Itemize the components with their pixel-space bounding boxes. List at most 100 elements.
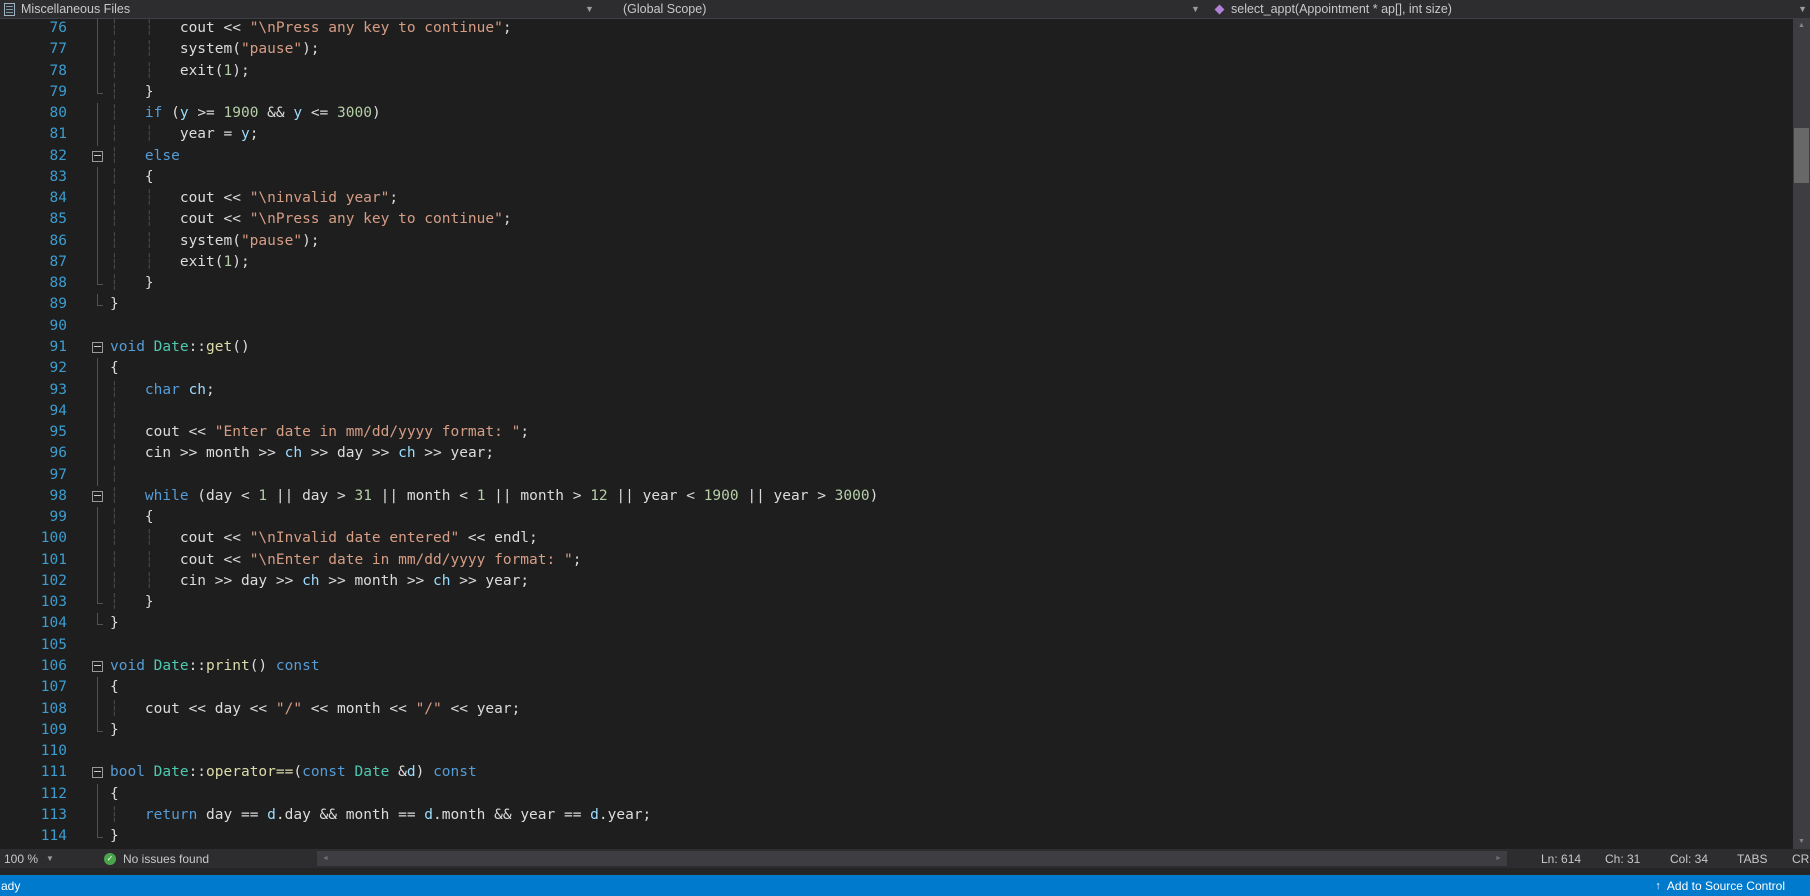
scroll-up-icon[interactable]: ▲ xyxy=(1793,18,1810,33)
vertical-scrollbar[interactable]: ▲ ▼ xyxy=(1793,18,1810,849)
code-line[interactable]: 91 void Date::get() xyxy=(0,337,1793,358)
code-line[interactable]: 78 ┆ ┆ exit(1); xyxy=(0,60,1793,82)
code-line[interactable]: 77 ┆ ┆ system("pause"); xyxy=(0,39,1793,61)
code-line[interactable]: 99 ┆ { xyxy=(0,507,1793,529)
code-line[interactable]: 100 ┆ ┆ cout << "\nInvalid date entered" … xyxy=(0,528,1793,550)
scroll-right-icon[interactable]: ► xyxy=(1490,851,1507,866)
code-line[interactable]: 84 ┆ ┆ cout << "\ninvalid year"; xyxy=(0,188,1793,210)
member-dropdown-chevron-icon[interactable]: ▼ xyxy=(1798,0,1807,18)
code-line[interactable]: 110 xyxy=(0,741,1793,762)
fold-toggle[interactable] xyxy=(84,337,110,358)
code-line[interactable]: 95 ┆ cout << "Enter date in mm/dd/yyyy fo… xyxy=(0,422,1793,444)
line-number[interactable]: 111 xyxy=(0,762,84,783)
code-line[interactable]: 81 ┆ ┆ year = y; xyxy=(0,124,1793,146)
code-line[interactable]: 111 bool Date::operator==(const Date &d) … xyxy=(0,762,1793,783)
line-number[interactable]: 92 xyxy=(0,358,84,379)
line-number[interactable]: 84 xyxy=(0,188,84,209)
code-line[interactable]: 102 ┆ ┆ cin >> day >> ch >> month >> ch >… xyxy=(0,570,1793,593)
code-line[interactable]: 103 ┆ } xyxy=(0,592,1793,613)
code-line[interactable]: 83 ┆ { xyxy=(0,166,1793,189)
code-line[interactable]: 93 ┆ char ch; xyxy=(0,379,1793,401)
fold-toggle[interactable] xyxy=(84,656,110,677)
line-number[interactable]: 112 xyxy=(0,784,84,805)
vertical-scrollbar-thumb[interactable] xyxy=(1794,128,1809,183)
line-number[interactable]: 95 xyxy=(0,422,84,443)
line-number[interactable]: 96 xyxy=(0,443,84,464)
line-number[interactable]: 94 xyxy=(0,401,84,422)
line-number[interactable]: 102 xyxy=(0,571,84,592)
fold-toggle[interactable] xyxy=(84,762,110,783)
scroll-down-icon[interactable]: ▼ xyxy=(1793,834,1810,849)
project-dropdown[interactable]: Miscellaneous Files xyxy=(0,0,621,18)
line-number[interactable]: 80 xyxy=(0,103,84,124)
code-line[interactable]: 114} xyxy=(0,826,1793,847)
code-line[interactable]: 79 ┆ } xyxy=(0,81,1793,103)
line-number[interactable]: 79 xyxy=(0,82,84,103)
line-number[interactable]: 97 xyxy=(0,465,84,486)
code-line[interactable]: 82 ┆ else xyxy=(0,146,1793,167)
code-line[interactable]: 88 ┆ } xyxy=(0,273,1793,294)
line-number[interactable]: 100 xyxy=(0,528,84,549)
code-line[interactable]: 109} xyxy=(0,719,1793,741)
line-number[interactable]: 87 xyxy=(0,252,84,273)
line-number[interactable]: 104 xyxy=(0,613,84,634)
code-line[interactable]: 97 ┆ xyxy=(0,464,1793,486)
line-number[interactable]: 88 xyxy=(0,273,84,294)
code-line[interactable]: 89} xyxy=(0,294,1793,315)
line-number[interactable]: 107 xyxy=(0,677,84,698)
code-line[interactable]: 87 ┆ ┆ exit(1); xyxy=(0,251,1793,274)
code-line[interactable]: 112 { xyxy=(0,783,1793,805)
line-number[interactable]: 113 xyxy=(0,805,84,826)
zoom-control[interactable]: 100 % ▼ xyxy=(4,849,54,868)
line-number[interactable]: 91 xyxy=(0,337,84,358)
code-line[interactable]: 101 ┆ ┆ cout << "\nEnter date in mm/dd/yy… xyxy=(0,549,1793,571)
line-number[interactable]: 98 xyxy=(0,486,84,507)
line-number[interactable]: 89 xyxy=(0,294,84,315)
code-line[interactable]: 85 ┆ ┆ cout << "\nPress any key to contin… xyxy=(0,209,1793,231)
code-line[interactable]: 107 { xyxy=(0,677,1793,699)
line-number[interactable]: 101 xyxy=(0,550,84,571)
code-line[interactable]: 105 xyxy=(0,635,1793,656)
line-number[interactable]: 85 xyxy=(0,209,84,230)
code-line[interactable]: 92 { xyxy=(0,358,1793,380)
line-number[interactable]: 86 xyxy=(0,231,84,252)
code-line[interactable]: 94 ┆ xyxy=(0,400,1793,423)
code-line[interactable]: 76 ┆ ┆ cout << "\nPress any key to contin… xyxy=(0,18,1793,40)
project-dropdown-chevron-icon[interactable]: ▼ xyxy=(585,0,594,18)
document-health-indicator[interactable]: ✓ No issues found xyxy=(104,849,209,868)
line-number[interactable]: 77 xyxy=(0,39,84,60)
line-number[interactable]: 105 xyxy=(0,635,84,656)
member-dropdown[interactable]: select_appt(Appointment * ap[], int size… xyxy=(1208,0,1810,18)
line-number[interactable]: 81 xyxy=(0,124,84,145)
fold-toggle[interactable] xyxy=(84,146,110,167)
line-number[interactable]: 106 xyxy=(0,656,84,677)
scope-dropdown[interactable]: (Global Scope) xyxy=(617,0,1214,18)
code-line[interactable]: 96 ┆ cin >> month >> ch >> day >> ch >> y… xyxy=(0,443,1793,465)
code-line[interactable]: 80 ┆ if (y >= 1900 && y <= 3000) xyxy=(0,103,1793,125)
horizontal-scrollbar[interactable]: ◄ ► xyxy=(317,851,1507,866)
line-number[interactable]: 99 xyxy=(0,507,84,528)
line-number[interactable]: 108 xyxy=(0,699,84,720)
line-number[interactable]: 114 xyxy=(0,826,84,847)
code-line[interactable]: 113 ┆ return day == d.day && month == d.m… xyxy=(0,804,1793,827)
line-number[interactable]: 83 xyxy=(0,167,84,188)
code-line[interactable]: 90 xyxy=(0,316,1793,337)
code-line[interactable]: 86 ┆ ┆ system("pause"); xyxy=(0,230,1793,252)
line-number[interactable]: 90 xyxy=(0,316,84,337)
add-to-source-control-button[interactable]: ↑ Add to Source Control xyxy=(1655,875,1785,896)
line-number[interactable]: 93 xyxy=(0,380,84,401)
line-number[interactable]: 78 xyxy=(0,61,84,82)
line-number[interactable]: 110 xyxy=(0,741,84,762)
line-number[interactable]: 109 xyxy=(0,720,84,741)
code-line[interactable]: 104} xyxy=(0,613,1793,634)
line-number[interactable]: 103 xyxy=(0,592,84,613)
scroll-left-icon[interactable]: ◄ xyxy=(317,851,334,866)
fold-toggle[interactable] xyxy=(84,486,110,507)
scope-dropdown-chevron-icon[interactable]: ▼ xyxy=(1191,0,1200,18)
line-number[interactable]: 82 xyxy=(0,146,84,167)
line-number[interactable]: 76 xyxy=(0,18,84,39)
code-line[interactable]: 108 ┆ cout << day << "/" << month << "/" … xyxy=(0,698,1793,720)
code-line[interactable]: 106 void Date::print() const xyxy=(0,656,1793,677)
code-line[interactable]: 98 ┆ while (day < 1 || day > 31 || month … xyxy=(0,486,1793,507)
code-editor[interactable]: 76 ┆ ┆ cout << "\nPress any key to contin… xyxy=(0,18,1793,849)
